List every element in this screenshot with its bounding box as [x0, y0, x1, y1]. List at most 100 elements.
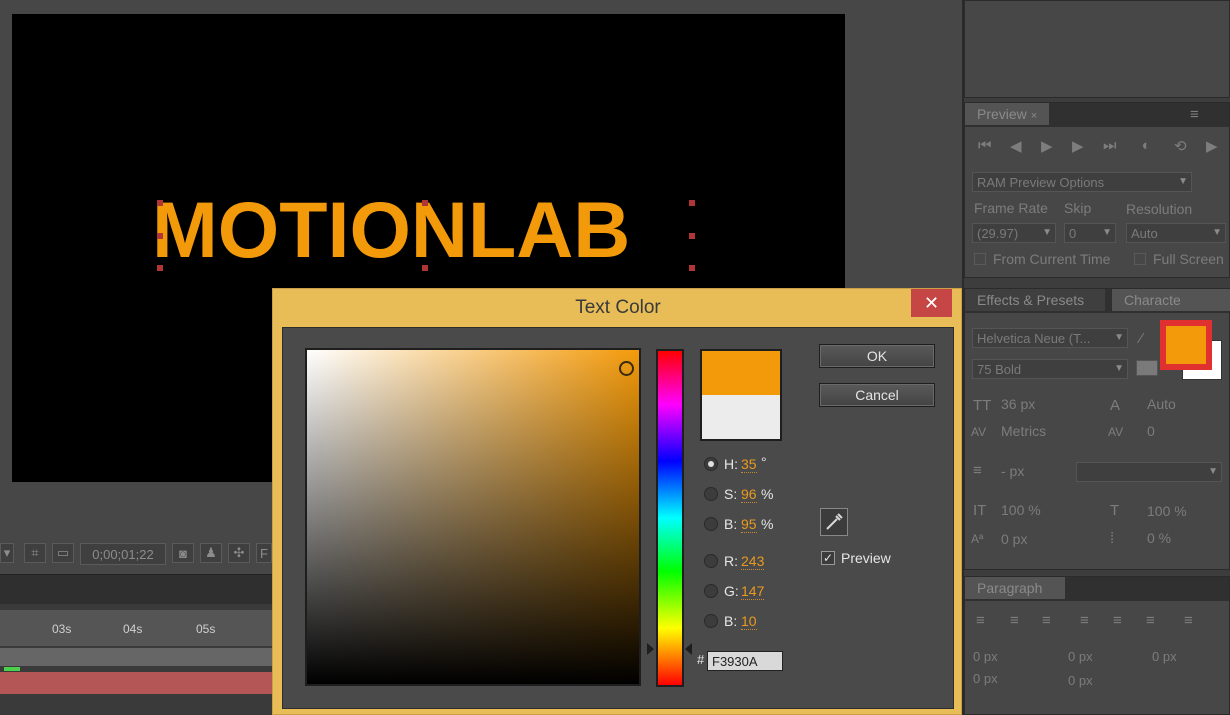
first-frame-icon[interactable]: ⏮	[978, 137, 992, 154]
text-bounding-handle[interactable]	[689, 265, 695, 271]
fill-color-swatch[interactable]	[1160, 320, 1212, 370]
justify-all-icon[interactable]: ≡	[1184, 612, 1193, 629]
channel-rgb-icon[interactable]: ✣	[228, 543, 250, 563]
horizontal-scale-value[interactable]: 100 %	[1147, 503, 1187, 519]
indent-left-value[interactable]: 0 px	[973, 649, 998, 664]
hue-slider-left-arrow[interactable]	[647, 643, 654, 655]
chevron-down-icon: ▼	[1102, 227, 1112, 238]
hex-color-input[interactable]	[707, 651, 783, 671]
black-white-swatch[interactable]	[1136, 360, 1158, 376]
font-style-select[interactable]: 75 Bold ▼	[972, 359, 1128, 379]
font-size-value[interactable]: 36 px	[1001, 396, 1035, 412]
color-comparison-swatch	[700, 349, 782, 441]
green-radio[interactable]	[704, 584, 718, 598]
next-frame-icon[interactable]: ▶︎	[1072, 137, 1084, 155]
resolution-select[interactable]: Auto ▼	[1126, 223, 1226, 243]
saturation-value[interactable]: 96	[741, 486, 757, 503]
tab-preview[interactable]: Preview ×	[965, 103, 1049, 125]
green-value[interactable]: 147	[741, 583, 765, 600]
text-bounding-handle[interactable]	[689, 200, 695, 206]
tracking-value[interactable]: 0	[1147, 423, 1155, 439]
hue-radio[interactable]	[704, 457, 718, 471]
justify-left-icon[interactable]: ≡	[1080, 612, 1089, 629]
close-icon[interactable]: ×	[1031, 110, 1037, 122]
text-bounding-handle[interactable]	[157, 265, 163, 271]
text-bounding-handle[interactable]	[157, 233, 163, 239]
frame-rate-select[interactable]: (29.97) ▼	[972, 223, 1056, 243]
hue-slider-right-arrow[interactable]	[685, 643, 692, 655]
hue-value[interactable]: 35	[741, 456, 757, 473]
red-value[interactable]: 243	[741, 553, 765, 570]
justify-center-icon[interactable]: ≡	[1113, 612, 1122, 629]
vertical-scale-icon: IT	[973, 502, 987, 519]
work-area-bar[interactable]	[0, 648, 300, 666]
original-color-swatch[interactable]	[702, 395, 780, 439]
show-snapshot-icon[interactable]: ♟	[200, 543, 222, 563]
horizontal-scale-icon: T	[1110, 502, 1120, 519]
blue-radio[interactable]	[704, 614, 718, 628]
saturation-radio[interactable]	[704, 487, 718, 501]
indent-right-value[interactable]: 0 px	[1068, 649, 1093, 664]
text-bounding-handle[interactable]	[689, 233, 695, 239]
font-family-select[interactable]: Helvetica Neue (T... ▼	[972, 328, 1128, 348]
panel-menu-icon[interactable]: ≡	[1190, 106, 1199, 123]
transparency-grid-icon[interactable]: ▭	[52, 543, 74, 563]
current-time-display[interactable]: 0;00;01;22	[80, 543, 166, 565]
text-bounding-handle[interactable]	[422, 200, 428, 206]
cancel-button[interactable]: Cancel	[819, 383, 935, 407]
align-left-icon[interactable]: ≡	[976, 612, 985, 629]
leading-value[interactable]: Auto	[1147, 396, 1176, 412]
brightness-radio[interactable]	[704, 517, 718, 531]
ram-preview-options-select[interactable]: RAM Preview Options ▼	[972, 172, 1192, 192]
hue-slider[interactable]	[656, 349, 684, 687]
audio-icon[interactable]: ◖	[1140, 137, 1149, 154]
text-bounding-handle[interactable]	[157, 200, 163, 206]
time-ruler[interactable]	[0, 610, 300, 646]
previous-frame-icon[interactable]: ◀︎	[1010, 137, 1022, 155]
stroke-style-select[interactable]: ▼	[1076, 462, 1222, 482]
eyedropper-icon[interactable]: ⁄	[1140, 330, 1143, 347]
magnification-dropdown[interactable]: ▾	[0, 543, 14, 563]
full-screen-checkbox[interactable]	[1134, 253, 1146, 265]
brightness-value[interactable]: 95	[741, 516, 757, 533]
space-before-value[interactable]: 0 px	[973, 671, 998, 686]
red-radio[interactable]	[704, 554, 718, 568]
eyedropper-button[interactable]	[820, 508, 848, 536]
blue-value[interactable]: 10	[741, 613, 757, 630]
tsume-value[interactable]: 0 %	[1147, 530, 1171, 546]
snapshot-camera-icon[interactable]: ◙	[172, 543, 194, 563]
tab-paragraph[interactable]: Paragraph	[965, 577, 1065, 599]
red-label: R:	[724, 553, 738, 569]
select-value: Auto	[1131, 226, 1158, 241]
saturation-brightness-field[interactable]	[305, 348, 641, 686]
align-center-icon[interactable]: ≡	[1010, 612, 1019, 629]
resolution-dropdown[interactable]: F	[256, 543, 272, 563]
skip-select[interactable]: 0 ▼	[1064, 223, 1116, 243]
ok-button[interactable]: OK	[819, 344, 935, 368]
vertical-scale-value[interactable]: 100 %	[1001, 502, 1041, 518]
tab-effects-presets[interactable]: Effects & Presets	[965, 289, 1105, 311]
ram-preview-icon[interactable]: ▶︎	[1206, 137, 1218, 155]
layer-duration-bar[interactable]	[0, 672, 300, 694]
tab-label: Preview	[977, 106, 1027, 122]
justify-right-icon[interactable]: ≡	[1146, 612, 1155, 629]
region-of-interest-icon[interactable]: ⌗	[24, 543, 46, 563]
text-bounding-handle[interactable]	[422, 265, 428, 271]
loop-icon[interactable]: ⟲	[1174, 137, 1187, 155]
close-button[interactable]: ✕	[911, 289, 952, 317]
brightness-unit: %	[761, 516, 774, 532]
last-frame-icon[interactable]: ⏭	[1103, 137, 1117, 154]
color-picker-cursor[interactable]	[619, 361, 634, 376]
play-icon[interactable]: ▶︎	[1041, 137, 1053, 155]
kerning-value[interactable]: Metrics	[1001, 423, 1046, 439]
tab-character[interactable]: Characte	[1112, 289, 1230, 311]
indent-first-value[interactable]: 0 px	[1152, 649, 1177, 664]
stroke-width-value[interactable]: - px	[1001, 463, 1024, 479]
chevron-down-icon: ▼	[1178, 176, 1188, 187]
from-current-time-checkbox[interactable]	[974, 253, 986, 265]
motionlab-text-layer[interactable]: MOTIONLAB	[152, 190, 630, 269]
baseline-shift-value[interactable]: 0 px	[1001, 531, 1027, 547]
align-right-icon[interactable]: ≡	[1042, 612, 1051, 629]
space-after-value[interactable]: 0 px	[1068, 673, 1093, 688]
preview-checkbox[interactable]: ✓	[821, 551, 835, 565]
